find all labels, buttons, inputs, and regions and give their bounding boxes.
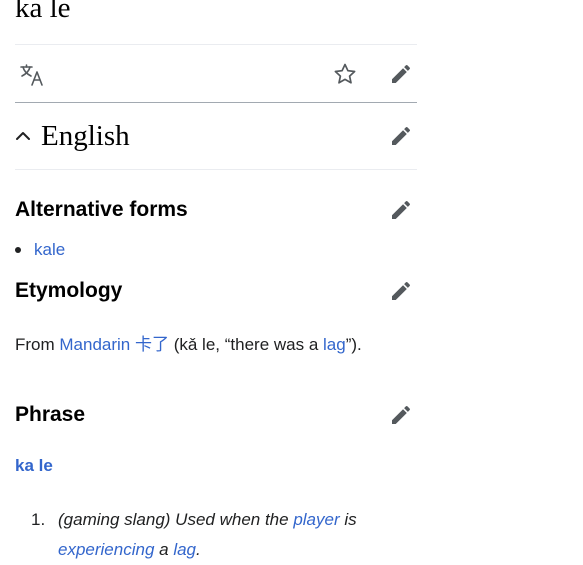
page-title: ka le	[15, 0, 71, 24]
player-link-text: player	[293, 510, 340, 529]
edit-english-icon[interactable]	[389, 124, 413, 148]
edit-etymology-icon[interactable]	[389, 279, 413, 303]
language-divider	[15, 169, 417, 170]
language-heading[interactable]: English	[15, 116, 130, 156]
experiencing-link[interactable]: experiencing	[58, 540, 154, 559]
star-icon[interactable]	[333, 62, 357, 86]
translate-icon[interactable]	[19, 63, 45, 87]
definition-text-4: .	[196, 540, 201, 559]
alternative-form-link[interactable]: kale	[34, 240, 65, 260]
alternative-forms-heading: Alternative forms	[15, 198, 188, 221]
chevron-up-icon[interactable]	[15, 130, 31, 142]
etymology-text-end: ”).	[345, 335, 362, 354]
list-item: kale	[15, 240, 65, 260]
edit-phrase-icon[interactable]	[389, 403, 413, 427]
lag-link-text: lag	[173, 540, 196, 559]
lag-link-etymology[interactable]: lag	[323, 335, 346, 354]
definition-number: 1.	[31, 510, 46, 529]
etymology-text-from: From	[15, 335, 60, 354]
definition-text-2: is	[339, 510, 357, 529]
definition-text: (gaming slang) Used when the player is e…	[58, 505, 418, 565]
bullet	[15, 247, 21, 253]
toolbar-divider	[15, 102, 417, 103]
definition-text-1: Used when the	[170, 510, 294, 529]
lag-link-definition[interactable]: lag	[173, 540, 196, 559]
definition-text-3: a	[154, 540, 174, 559]
player-link[interactable]: player	[293, 510, 339, 529]
phrase-heading: Phrase	[15, 403, 86, 426]
definition-qualifier: (gaming slang)	[58, 510, 171, 529]
title-divider	[15, 44, 417, 45]
headword[interactable]: ka le	[15, 456, 53, 476]
language-label: English	[41, 119, 130, 152]
mandarin-link[interactable]: Mandarin	[59, 335, 130, 354]
experiencing-link-text: experiencing	[58, 540, 155, 559]
chinese-term-link[interactable]: 卡了	[135, 335, 169, 354]
etymology-text: From Mandarin 卡了 (kǎ le, “there was a la…	[15, 330, 362, 355]
edit-page-icon[interactable]	[389, 62, 413, 86]
etymology-heading: Etymology	[15, 279, 123, 302]
edit-alternative-forms-icon[interactable]	[389, 198, 413, 222]
etymology-text-mid: (kǎ le, “there was a	[169, 335, 324, 354]
